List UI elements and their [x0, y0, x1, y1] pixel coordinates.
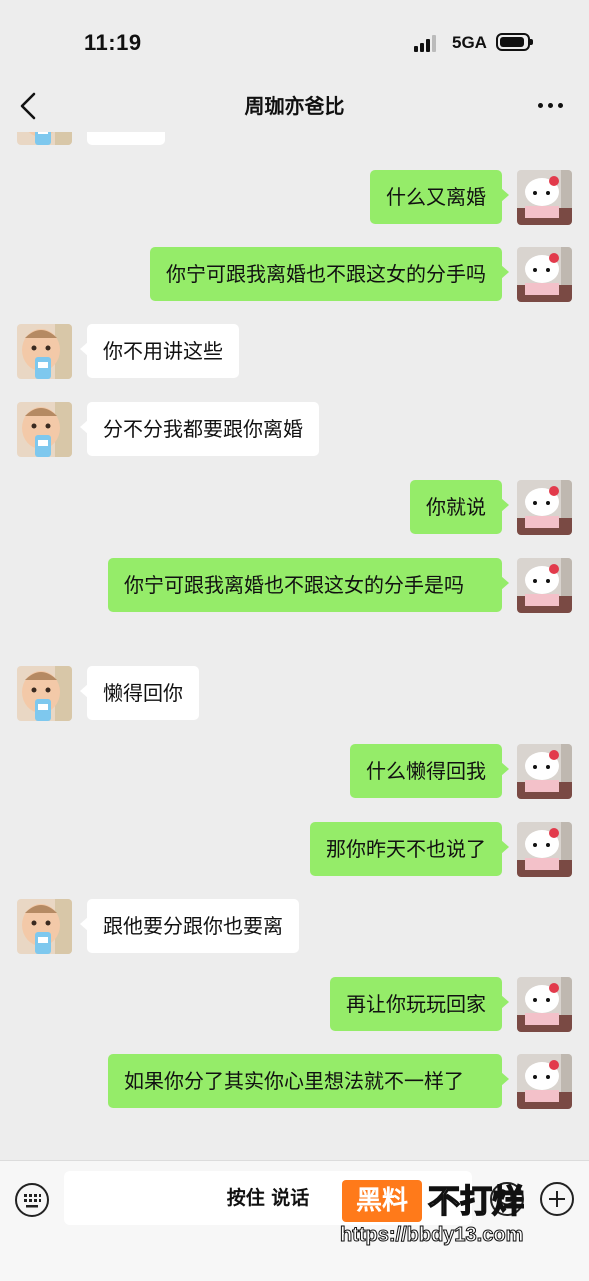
hello-kitty-avatar	[517, 822, 572, 877]
message-bubble-outgoing[interactable]: 那你昨天不也说了	[310, 822, 509, 876]
message-bubble-outgoing[interactable]: 再让你玩玩回家	[330, 977, 509, 1031]
signal-icon	[414, 34, 440, 52]
message-bubble-incoming[interactable]: 分不分我都要跟你离婚	[80, 402, 319, 456]
keyboard-toggle-button[interactable]	[14, 1182, 50, 1218]
baby-avatar	[17, 402, 72, 457]
message-bubble-incoming[interactable]	[87, 132, 165, 145]
watermark-url: https://bbdy13.com	[339, 1224, 524, 1247]
baby-avatar	[17, 324, 72, 379]
battery-icon	[496, 33, 533, 51]
contact-avatar[interactable]	[17, 899, 72, 954]
self-avatar[interactable]	[517, 247, 572, 302]
message-list[interactable]: 什么又离婚 你宁可跟我离婚也不跟这女的分手吗 你不用讲这些 分不分我都要跟你离婚…	[0, 132, 589, 1160]
hello-kitty-avatar	[517, 170, 572, 225]
nav-bar: 周珈亦爸比	[0, 80, 589, 132]
message-bubble-outgoing[interactable]: 如果你分了其实你心里想法就不一样了	[108, 1054, 509, 1108]
watermark: 黑料 不打烊 https://bbdy13.com	[339, 1180, 570, 1260]
contact-avatar[interactable]	[17, 324, 72, 379]
self-avatar[interactable]	[517, 480, 572, 535]
message-bubble-incoming[interactable]: 你不用讲这些	[80, 324, 239, 378]
self-avatar[interactable]	[517, 558, 572, 613]
message-bubble-incoming[interactable]: 跟他要分跟你也要离	[80, 899, 299, 953]
hello-kitty-avatar	[517, 977, 572, 1032]
baby-avatar	[17, 899, 72, 954]
status-time: 11:19	[84, 30, 142, 55]
message-bubble-outgoing[interactable]: 什么又离婚	[370, 170, 509, 224]
more-dots-icon	[538, 103, 543, 108]
message-bubble-outgoing[interactable]: 你就说	[410, 480, 509, 534]
self-avatar[interactable]	[517, 1054, 572, 1109]
contact-avatar[interactable]	[17, 666, 72, 721]
network-type: 5GA	[452, 33, 487, 52]
self-avatar[interactable]	[517, 977, 572, 1032]
more-button[interactable]	[536, 90, 566, 120]
hello-kitty-avatar	[517, 558, 572, 613]
hello-kitty-avatar	[517, 480, 572, 535]
message-bubble-outgoing[interactable]: 什么懒得回我	[350, 744, 509, 798]
contact-avatar[interactable]	[17, 402, 72, 457]
hello-kitty-avatar	[517, 744, 572, 799]
watermark-badge: 黑料	[342, 1180, 422, 1222]
watermark-text: 不打烊	[427, 1181, 525, 1221]
hello-kitty-avatar	[517, 1054, 572, 1109]
self-avatar[interactable]	[517, 170, 572, 225]
message-bubble-outgoing[interactable]: 你宁可跟我离婚也不跟这女的分手是吗	[108, 558, 509, 612]
message-bubble-outgoing[interactable]: 你宁可跟我离婚也不跟这女的分手吗	[150, 247, 509, 301]
hello-kitty-avatar	[517, 247, 572, 302]
keyboard-icon	[15, 1183, 49, 1217]
message-bubble-incoming[interactable]: 懒得回你	[80, 666, 199, 720]
self-avatar[interactable]	[517, 822, 572, 877]
self-avatar[interactable]	[517, 744, 572, 799]
baby-avatar	[17, 132, 72, 145]
chat-title: 周珈亦爸比	[244, 94, 345, 118]
status-bar: 11:19 5GA	[0, 0, 589, 80]
contact-avatar[interactable]	[17, 132, 72, 145]
baby-avatar	[17, 666, 72, 721]
